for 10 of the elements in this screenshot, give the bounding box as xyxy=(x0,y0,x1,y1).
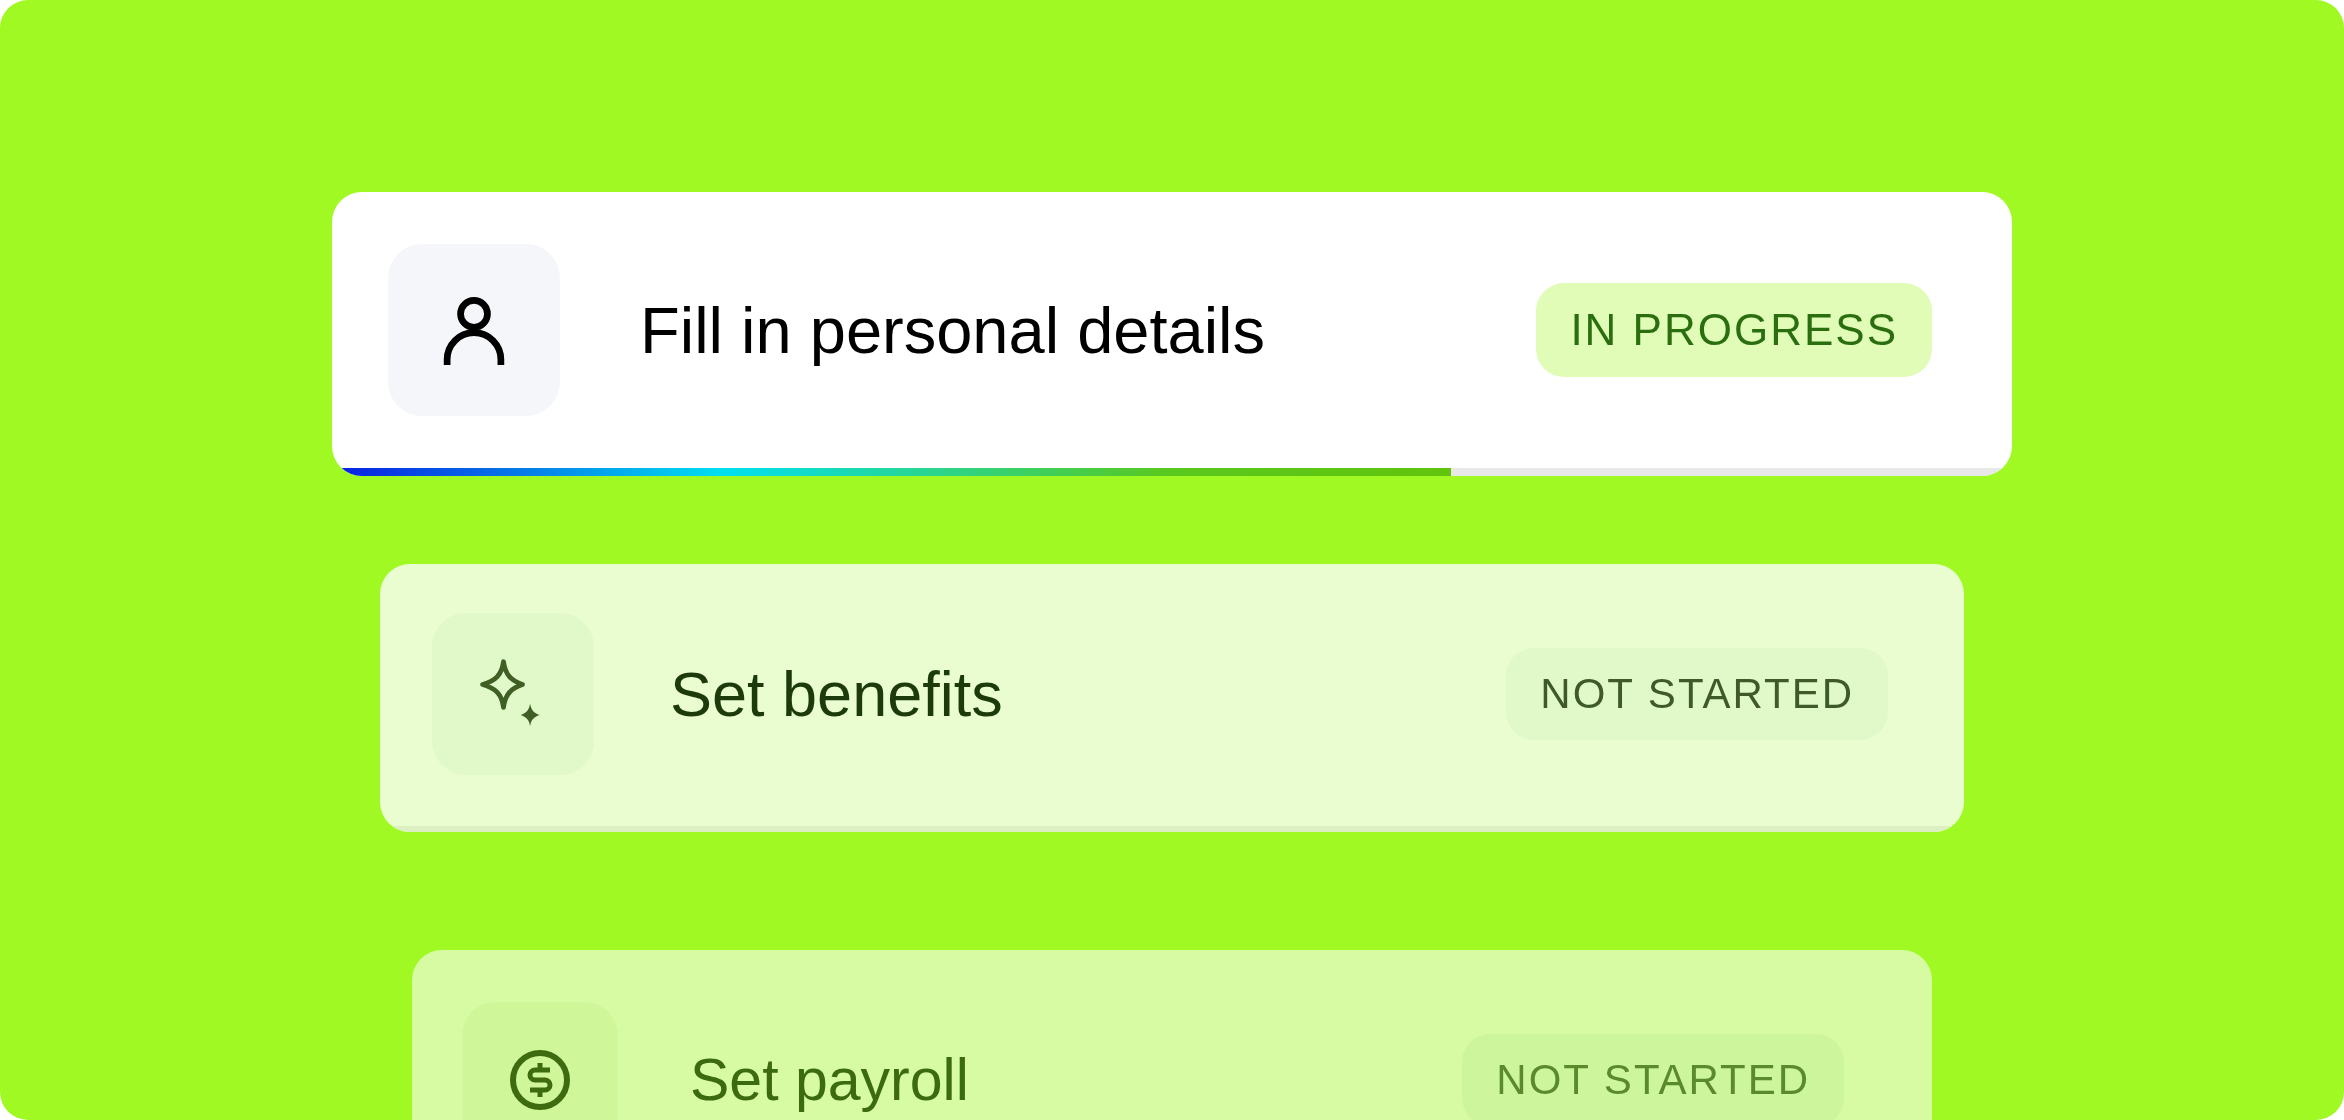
task-title: Set benefits xyxy=(670,658,1004,730)
task-card[interactable]: Set payroll NOT STARTED xyxy=(412,950,1932,1120)
status-badge: IN PROGRESS xyxy=(1536,283,1932,377)
task-card[interactable]: Set benefits NOT STARTED xyxy=(380,564,1964,832)
status-badge: NOT STARTED xyxy=(1462,1034,1844,1120)
task-card[interactable]: Fill in personal details IN PROGRESS xyxy=(332,192,2012,476)
dollar-icon xyxy=(508,1048,572,1112)
task-title: Fill in personal details xyxy=(640,292,1267,368)
task-title: Set payroll xyxy=(690,1046,970,1114)
status-badge: NOT STARTED xyxy=(1506,648,1888,740)
